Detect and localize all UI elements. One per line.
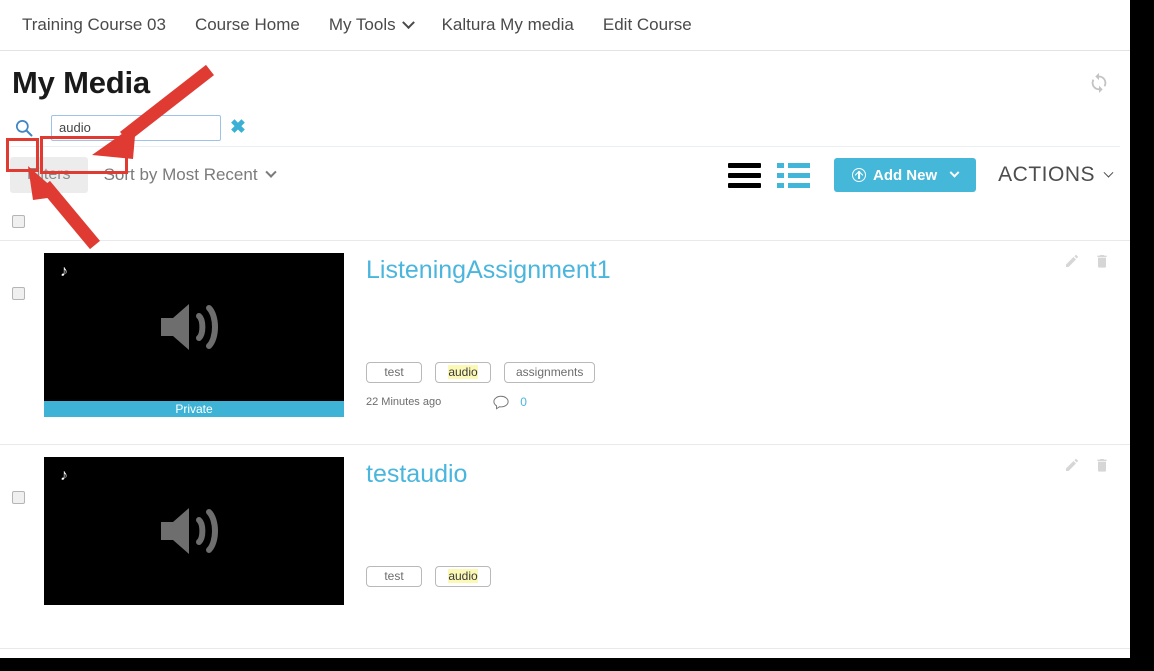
comment-bubble-icon: [493, 395, 509, 410]
pencil-icon[interactable]: [1064, 253, 1080, 269]
page-header: My Media: [0, 51, 1130, 109]
media-title-link[interactable]: ListeningAssignment1: [366, 256, 611, 285]
nav-item-edit-course[interactable]: Edit Course: [603, 15, 692, 35]
media-row-actions: [1064, 253, 1110, 269]
add-new-button[interactable]: Add New: [833, 158, 977, 192]
media-item-row: ♪ testaudio test audio: [0, 445, 1130, 649]
nav-item-kaltura-my-media[interactable]: Kaltura My media: [442, 15, 574, 35]
media-title-link[interactable]: testaudio: [366, 460, 467, 489]
sort-by-label: Sort by Most Recent: [103, 165, 258, 184]
nav-item-course-home[interactable]: Course Home: [195, 15, 300, 35]
privacy-badge: Private: [44, 401, 344, 417]
select-all-checkbox[interactable]: [12, 215, 25, 228]
tag-item[interactable]: test: [366, 361, 422, 383]
nav-label: Training Course 03: [22, 15, 166, 34]
search-icon[interactable]: [10, 114, 38, 142]
chevron-down-icon: [1103, 167, 1114, 178]
comment-count: 0: [520, 395, 527, 409]
top-navigation-bar: Training Course 03 Course Home My Tools …: [0, 0, 1130, 51]
chevron-down-icon: [401, 15, 415, 29]
media-tags: test audio: [366, 565, 1130, 587]
music-note-icon: ♪: [60, 263, 68, 280]
toolbar-right-group: Add New ACTIONS: [727, 158, 1114, 192]
upload-circle-icon: [851, 168, 866, 182]
refresh-icon[interactable]: [1088, 71, 1110, 93]
media-item-checkbox[interactable]: [12, 287, 25, 300]
tag-label: assignments: [516, 365, 584, 379]
media-meta: 22 Minutes ago 0: [366, 395, 1130, 410]
media-item-row: ♪ Private ListeningAssignment1 test audi…: [0, 241, 1130, 445]
media-thumbnail[interactable]: ♪: [44, 457, 344, 605]
tag-item[interactable]: audio: [435, 361, 491, 383]
select-all-row: [0, 203, 1130, 241]
media-tags: test audio assignments: [366, 361, 1130, 383]
list-view-icon[interactable]: [776, 162, 810, 188]
audio-speaker-icon: [161, 508, 218, 554]
tag-item[interactable]: audio: [435, 565, 491, 587]
media-toolbar: Filters Sort by Most Recent Add New ACTI…: [0, 147, 1130, 203]
tag-item[interactable]: assignments: [504, 361, 596, 383]
page-container: Training Course 03 Course Home My Tools …: [0, 0, 1130, 658]
nav-item-training-course-03[interactable]: Training Course 03: [22, 15, 166, 35]
nav-label: Course Home: [194, 15, 300, 34]
tag-label-highlighted: audio: [448, 365, 478, 379]
media-timestamp: 22 Minutes ago: [366, 396, 442, 408]
nav-label: My Tools: [328, 15, 396, 34]
trash-icon[interactable]: [1094, 253, 1110, 269]
trash-icon[interactable]: [1094, 457, 1110, 473]
chevron-down-icon: [949, 167, 960, 178]
nav-label: Kaltura My media: [441, 15, 574, 34]
clear-search-icon[interactable]: ✖: [230, 118, 246, 137]
actions-label: ACTIONS: [998, 163, 1095, 186]
chevron-down-icon: [264, 166, 277, 178]
media-item-checkbox[interactable]: [12, 491, 25, 504]
media-thumbnail[interactable]: ♪ Private: [44, 253, 344, 417]
tag-label: test: [384, 365, 404, 379]
nav-label: Edit Course: [602, 15, 692, 34]
filters-button[interactable]: Filters: [10, 157, 88, 193]
media-details: testaudio test audio: [344, 457, 1130, 648]
tag-label: test: [384, 569, 404, 583]
music-note-icon: ♪: [60, 467, 68, 484]
search-input[interactable]: [51, 114, 221, 141]
tag-item[interactable]: test: [366, 565, 422, 587]
media-row-actions: [1064, 457, 1110, 473]
pencil-icon[interactable]: [1064, 457, 1080, 473]
tag-label-highlighted: audio: [448, 569, 478, 583]
sort-by-dropdown[interactable]: Sort by Most Recent: [103, 165, 277, 185]
add-new-label: Add New: [872, 166, 938, 184]
comments-group[interactable]: 0: [493, 395, 527, 410]
search-bar: ✖: [10, 109, 1120, 147]
actions-dropdown[interactable]: ACTIONS: [998, 163, 1114, 187]
hamburger-view-icon[interactable]: [727, 162, 761, 188]
nav-item-my-tools[interactable]: My Tools: [328, 15, 415, 35]
audio-speaker-icon: [161, 304, 218, 350]
media-details: ListeningAssignment1 test audio assignme…: [344, 253, 1130, 444]
page-title: My Media: [12, 65, 150, 100]
